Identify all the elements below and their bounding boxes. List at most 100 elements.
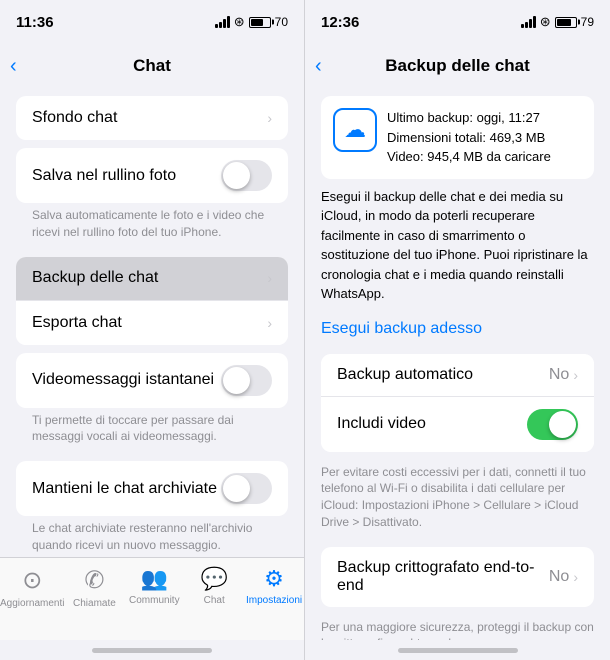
backup-card-text: Ultimo backup: oggi, 11:27 Dimensioni to… bbox=[387, 108, 551, 167]
includi-video-label: Includi video bbox=[337, 415, 426, 433]
crittografato-val: No bbox=[549, 568, 569, 586]
esporta-chevron-icon: › bbox=[267, 315, 272, 331]
cloud-icon: ☁ bbox=[344, 117, 366, 143]
backup-video-text: Video: 945,4 MB da caricare bbox=[387, 147, 551, 167]
videomessaggi-toggle[interactable] bbox=[221, 365, 272, 396]
left-scroll-content: Sfondo chat › Salva nel rullino foto Sal… bbox=[0, 88, 304, 557]
videomessaggi-item[interactable]: Videomessaggi istantanei bbox=[16, 353, 288, 408]
section-rullino: Salva nel rullino foto Salva automaticam… bbox=[0, 148, 304, 249]
esegui-backup-link[interactable]: Esegui backup adesso bbox=[305, 312, 610, 346]
group-crittografato: Backup crittografato end-to-end No › bbox=[321, 547, 594, 607]
status-bar-right: 12:36 ⊛ 79 bbox=[305, 0, 610, 44]
sfondo-chat-item[interactable]: Sfondo chat › bbox=[16, 96, 288, 140]
impostazioni-icon: ⚙ bbox=[264, 566, 284, 592]
archiviate-item[interactable]: Mantieni le chat archiviate bbox=[16, 461, 288, 516]
backup-auto-val: No bbox=[549, 366, 569, 384]
backup-auto-chevron: › bbox=[573, 367, 578, 383]
aggiornamenti-label: Aggiornamenti bbox=[0, 598, 64, 609]
home-bar-left bbox=[92, 648, 212, 653]
crittografato-row[interactable]: Backup crittografato end-to-end No › bbox=[321, 547, 594, 607]
backup-chevron-icon: › bbox=[267, 270, 272, 286]
section-backup-esporta: Backup delle chat › Esporta chat › bbox=[0, 257, 304, 345]
archiviate-toggle-thumb bbox=[223, 475, 250, 502]
tab-bar-left: ⊙ Aggiornamenti ✆ Chiamate 👥 Community 💬… bbox=[0, 557, 304, 640]
rullino-toggle-thumb bbox=[223, 162, 250, 189]
group-backup-settings: Backup automatico No › Includi video bbox=[321, 354, 594, 452]
nav-bar-right: ‹ Backup delle chat bbox=[305, 44, 610, 88]
includi-video-toggle[interactable] bbox=[527, 409, 578, 440]
backup-right: › bbox=[267, 270, 272, 286]
status-icons-left: ⊛ 70 bbox=[215, 14, 288, 30]
group-videomessaggi: Videomessaggi istantanei bbox=[16, 353, 288, 408]
time-right: 12:36 bbox=[321, 14, 359, 31]
backup-auto-label: Backup automatico bbox=[337, 366, 473, 384]
group-rullino: Salva nel rullino foto bbox=[16, 148, 288, 203]
videomessaggi-toggle-thumb bbox=[223, 367, 250, 394]
rullino-item[interactable]: Salva nel rullino foto bbox=[16, 148, 288, 203]
group-backup-esporta: Backup delle chat › Esporta chat › bbox=[16, 257, 288, 345]
tab-chat[interactable]: 💬 Chat bbox=[184, 566, 244, 606]
tab-aggiornamenti[interactable]: ⊙ Aggiornamenti bbox=[0, 566, 64, 609]
home-bar-right bbox=[398, 648, 518, 653]
nav-bar-left: ‹ Chat bbox=[0, 44, 304, 88]
includi-video-row[interactable]: Includi video bbox=[321, 397, 594, 452]
backup-info-card: ☁ Ultimo backup: oggi, 11:27 Dimensioni … bbox=[321, 96, 594, 179]
back-button-right[interactable]: ‹ bbox=[315, 56, 322, 76]
archiviate-toggle[interactable] bbox=[221, 473, 272, 504]
tab-chiamate[interactable]: ✆ Chiamate bbox=[64, 566, 124, 609]
sfondo-right: › bbox=[267, 110, 272, 126]
last-backup-text: Ultimo backup: oggi, 11:27 bbox=[387, 108, 551, 128]
backup-note: Per evitare costi eccessivi per i dati, … bbox=[305, 460, 610, 539]
archiviate-sublabel: Le chat archiviate resteranno nell'archi… bbox=[16, 520, 288, 557]
sfondo-label: Sfondo chat bbox=[32, 109, 267, 127]
community-label: Community bbox=[129, 595, 180, 606]
home-indicator-left bbox=[0, 640, 304, 660]
time-left: 11:36 bbox=[16, 14, 54, 31]
rullino-toggle[interactable] bbox=[221, 160, 272, 191]
wifi-icon: ⊛ bbox=[234, 14, 245, 30]
chat-icon: 💬 bbox=[200, 566, 227, 592]
tab-community[interactable]: 👥 Community bbox=[124, 566, 184, 606]
rullino-sublabel: Salva automaticamente le foto e i video … bbox=[16, 207, 288, 249]
chevron-left-icon: ‹ bbox=[10, 56, 17, 76]
back-button-left[interactable]: ‹ bbox=[10, 56, 17, 76]
rullino-label: Salva nel rullino foto bbox=[32, 167, 221, 185]
includi-video-thumb bbox=[549, 411, 576, 438]
backup-description: Esegui il backup delle chat e dei media … bbox=[305, 187, 610, 312]
crittografato-note: Per una maggiore sicurezza, proteggi il … bbox=[305, 615, 610, 640]
left-panel: 11:36 ⊛ 70 ‹ Chat Sfondo cha bbox=[0, 0, 305, 660]
esporta-label: Esporta chat bbox=[32, 314, 267, 332]
esporta-right: › bbox=[267, 315, 272, 331]
community-icon: 👥 bbox=[141, 566, 168, 592]
crittografato-chevron: › bbox=[573, 569, 578, 585]
battery-pct-right: 79 bbox=[581, 15, 594, 29]
chat-label: Chat bbox=[204, 595, 225, 606]
backup-settings-group: Backup automatico No › Includi video Per… bbox=[305, 354, 610, 539]
group-sfondo: Sfondo chat › bbox=[16, 96, 288, 140]
page-title-left: Chat bbox=[133, 56, 171, 76]
crittografato-value: No › bbox=[549, 568, 578, 586]
section-archiviate: Mantieni le chat archiviate Le chat arch… bbox=[0, 461, 304, 557]
group-archiviate: Mantieni le chat archiviate bbox=[16, 461, 288, 516]
battery-icon-right bbox=[555, 17, 577, 28]
page-title-right: Backup delle chat bbox=[385, 56, 530, 76]
videomessaggi-label: Videomessaggi istantanei bbox=[32, 371, 221, 389]
archiviate-label: Mantieni le chat archiviate bbox=[32, 480, 221, 498]
status-icons-right: ⊛ 79 bbox=[521, 14, 594, 30]
backup-auto-row[interactable]: Backup automatico No › bbox=[321, 354, 594, 397]
esporta-item[interactable]: Esporta chat › bbox=[16, 301, 288, 345]
videomessaggi-sublabel: Ti permette di toccare per passare dai m… bbox=[16, 412, 288, 454]
tab-impostazioni[interactable]: ⚙ Impostazioni bbox=[244, 566, 304, 606]
backup-label: Backup delle chat bbox=[32, 269, 267, 287]
backup-auto-value: No › bbox=[549, 366, 578, 384]
home-indicator-right bbox=[305, 640, 610, 660]
section-sfondo: Sfondo chat › bbox=[0, 96, 304, 140]
backup-item[interactable]: Backup delle chat › bbox=[16, 257, 288, 301]
chiamate-icon: ✆ bbox=[84, 566, 104, 595]
crittografato-label: Backup crittografato end-to-end bbox=[337, 559, 549, 595]
signal-icon-right bbox=[521, 16, 536, 28]
signal-icon bbox=[215, 16, 230, 28]
right-panel: 12:36 ⊛ 79 ‹ Backup delle chat ☁ bbox=[305, 0, 610, 660]
chevron-right-icon: › bbox=[267, 110, 272, 126]
chevron-left-icon-right: ‹ bbox=[315, 56, 322, 76]
